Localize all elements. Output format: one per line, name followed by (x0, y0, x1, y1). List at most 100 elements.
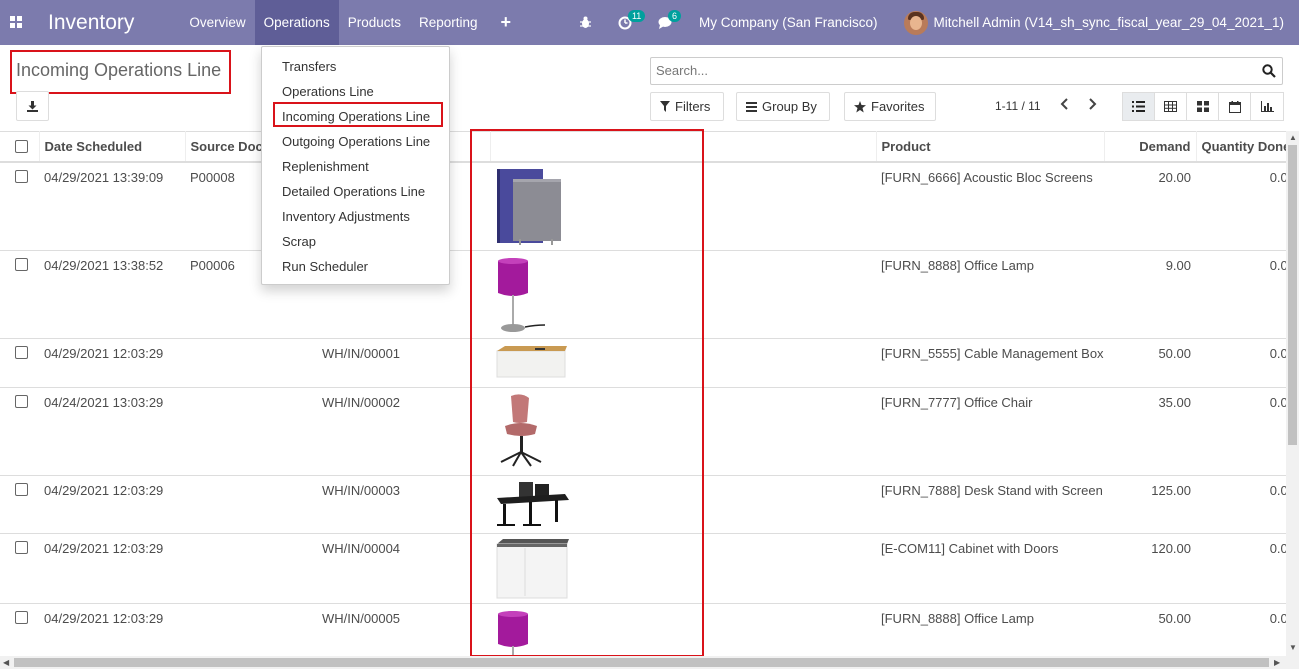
scroll-up-arrow-icon[interactable]: ▲ (1289, 133, 1297, 142)
kanban-grid-icon[interactable] (1187, 93, 1219, 120)
download-icon (27, 100, 38, 112)
reference-cell: WH/IN/00005 (317, 603, 490, 656)
date-scheduled-cell: 04/29/2021 12:03:29 (39, 338, 185, 388)
quantity-done-cell: 0.00 (1196, 161, 1286, 251)
column-quantity-done[interactable]: Quantity Done (1196, 131, 1286, 163)
pager-next-icon[interactable] (1087, 97, 1097, 111)
column-product[interactable]: Product (876, 131, 1105, 163)
product-cell: [FURN_7888] Desk Stand with Screen (876, 475, 1104, 534)
reference-cell: WH/IN/00001 (317, 338, 490, 388)
company-switcher[interactable]: My Company (San Francisco) (699, 15, 878, 30)
menu-item-highlight-box (273, 102, 443, 127)
scroll-left-arrow-icon[interactable]: ◀ (3, 658, 9, 667)
row-checkbox[interactable] (15, 482, 28, 496)
demand-cell: 50.00 (1104, 603, 1196, 656)
source-document-cell (185, 603, 317, 656)
top-navbar: Inventory Overview Operations Products R… (0, 0, 1299, 45)
source-document-cell (185, 387, 317, 476)
row-checkbox[interactable] (15, 169, 28, 183)
favorites-button[interactable]: Favorites (844, 92, 936, 121)
date-scheduled-cell: 04/29/2021 13:38:52 (39, 250, 185, 339)
activity-count-badge: 11 (627, 9, 646, 22)
app-brand[interactable]: Inventory (48, 11, 134, 35)
menu-item-run-scheduler[interactable]: Run Scheduler (262, 254, 449, 279)
messages-chat-icon[interactable]: 6 (658, 10, 681, 29)
menu-item-detailed-operations-line[interactable]: Detailed Operations Line (262, 179, 449, 204)
activity-clock-icon[interactable]: 11 (618, 9, 646, 30)
user-menu[interactable]: Mitchell Admin (V14_sh_sync_fiscal_year_… (934, 15, 1284, 30)
favorites-label: Favorites (871, 99, 925, 114)
column-demand[interactable]: Demand (1104, 131, 1197, 163)
date-scheduled-cell: 04/29/2021 12:03:29 (39, 475, 185, 534)
demand-cell: 35.00 (1104, 387, 1196, 476)
menu-products[interactable]: Products (339, 0, 410, 45)
date-scheduled-cell: 04/24/2021 13:03:29 (39, 387, 185, 476)
scroll-right-arrow-icon[interactable]: ▶ (1274, 658, 1280, 667)
horizontal-scroll-thumb[interactable] (14, 658, 1269, 667)
horizontal-scrollbar[interactable]: ◀ ▶ (0, 656, 1299, 669)
row-checkbox[interactable] (15, 610, 28, 624)
group-lines-icon (746, 101, 757, 112)
search-placeholder: Search... (656, 63, 709, 78)
source-document-cell (185, 338, 317, 388)
filter-funnel-icon (660, 101, 670, 112)
user-avatar[interactable] (903, 10, 928, 35)
product-cell: [FURN_6666] Acoustic Bloc Screens (876, 161, 1104, 251)
source-document-cell (185, 533, 317, 604)
row-checkbox[interactable] (15, 345, 28, 359)
vertical-scroll-thumb[interactable] (1288, 145, 1297, 445)
calendar-icon[interactable] (1219, 93, 1251, 120)
graph-bar-chart-icon[interactable] (1251, 93, 1283, 120)
select-all-cell[interactable] (0, 131, 40, 163)
apps-grid-icon[interactable] (0, 0, 32, 45)
vertical-scrollbar[interactable]: ▲ ▼ (1286, 131, 1299, 656)
column-date-scheduled[interactable]: Date Scheduled (39, 131, 186, 163)
reference-cell: WH/IN/00004 (317, 533, 490, 604)
product-cell: [FURN_8888] Office Lamp (876, 250, 1104, 339)
source-document-cell (185, 475, 317, 534)
demand-cell: 125.00 (1104, 475, 1196, 534)
menu-item-operations-line[interactable]: Operations Line (262, 79, 449, 104)
systray: 11 6 My Company (San Francisco) Mitchell… (579, 0, 1299, 45)
search-icon[interactable] (1262, 64, 1276, 78)
menu-item-transfers[interactable]: Transfers (262, 54, 449, 79)
product-cell: [FURN_7777] Office Chair (876, 387, 1104, 476)
export-download-button[interactable] (16, 91, 49, 121)
scroll-down-arrow-icon[interactable]: ▼ (1289, 643, 1297, 652)
star-icon (854, 100, 866, 112)
view-switcher (1122, 92, 1284, 121)
group-by-label: Group By (762, 99, 817, 114)
pager-value[interactable]: 1-11 / 11 (995, 99, 1041, 113)
quantity-done-cell: 0.00 (1196, 533, 1286, 604)
menu-item-outgoing-operations-line[interactable]: Outgoing Operations Line (262, 129, 449, 154)
pivot-table-icon[interactable] (1155, 93, 1187, 120)
debug-bug-icon[interactable] (579, 16, 592, 29)
reference-cell: WH/IN/00003 (317, 475, 490, 534)
demand-cell: 50.00 (1104, 338, 1196, 388)
menu-reporting[interactable]: Reporting (410, 0, 487, 45)
date-scheduled-cell: 04/29/2021 12:03:29 (39, 603, 185, 656)
menu-item-replenishment[interactable]: Replenishment (262, 154, 449, 179)
demand-cell: 20.00 (1104, 161, 1196, 251)
list-view-icon[interactable] (1123, 93, 1155, 120)
row-checkbox[interactable] (15, 257, 28, 271)
group-by-button[interactable]: Group By (736, 92, 830, 121)
menu-item-inventory-adjustments[interactable]: Inventory Adjustments (262, 204, 449, 229)
row-checkbox[interactable] (15, 540, 28, 554)
operations-dropdown-menu: Transfers Operations Line Incoming Opera… (261, 46, 450, 285)
quantity-done-cell: 0.00 (1196, 475, 1286, 534)
pager-previous-icon[interactable] (1060, 97, 1070, 111)
product-cell: [E-COM11] Cabinet with Doors (876, 533, 1104, 604)
filters-button[interactable]: Filters (650, 92, 724, 121)
select-all-checkbox[interactable] (15, 139, 28, 153)
date-scheduled-cell: 04/29/2021 13:39:09 (39, 161, 185, 251)
row-checkbox[interactable] (15, 394, 28, 408)
search-input[interactable]: Search... (650, 57, 1283, 85)
menu-overview[interactable]: Overview (180, 0, 254, 45)
quantity-done-cell: 0.00 (1196, 387, 1286, 476)
demand-cell: 120.00 (1104, 533, 1196, 604)
menu-operations[interactable]: Operations (254, 0, 339, 45)
quick-create-plus-icon[interactable]: + (487, 0, 526, 45)
menu-item-scrap[interactable]: Scrap (262, 229, 449, 254)
date-scheduled-cell: 04/29/2021 12:03:29 (39, 533, 185, 604)
